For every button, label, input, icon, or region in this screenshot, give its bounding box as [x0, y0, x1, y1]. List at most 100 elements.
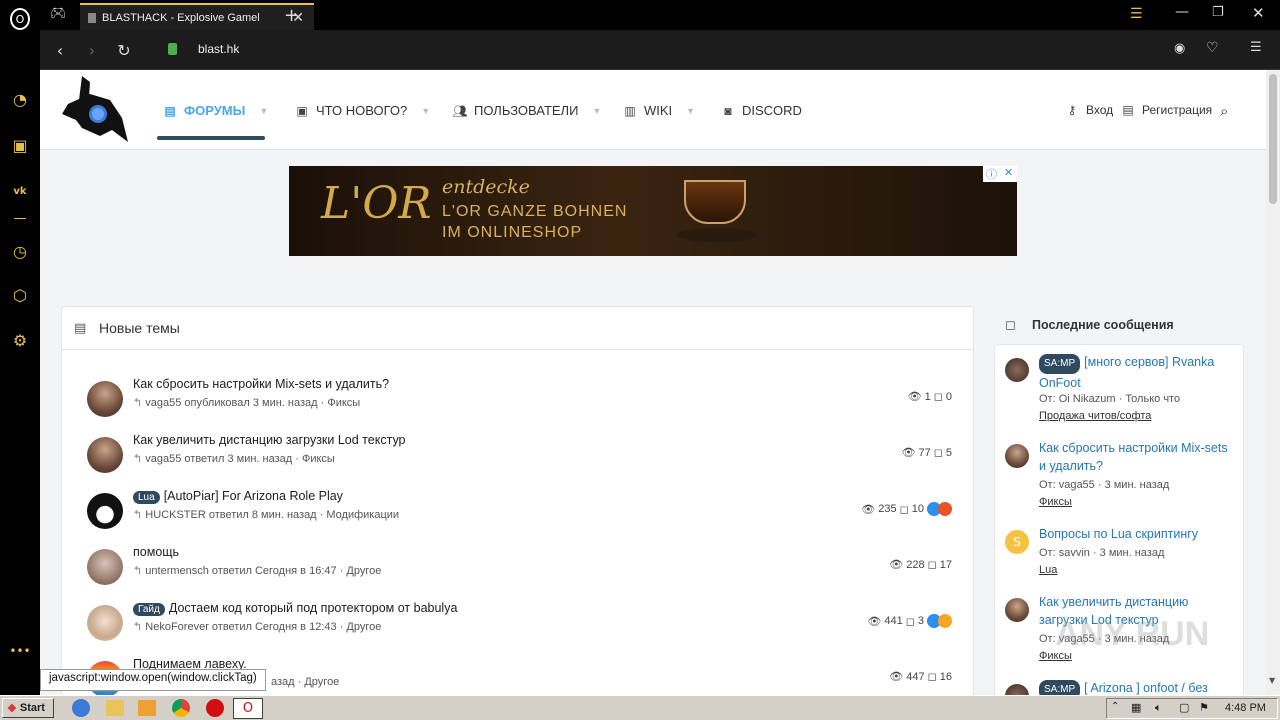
latest-post-title[interactable]: SA:MP [много сервов] Rvanka OnFoot	[1039, 353, 1229, 392]
restore-icon[interactable]: ❐	[1212, 5, 1224, 20]
close-window-icon[interactable]: ✕	[1252, 4, 1265, 22]
extensions-cube-icon[interactable]: ⬡	[9, 284, 31, 306]
latest-post-title-text[interactable]: [ Arizona ] onfoot / без	[1084, 681, 1208, 695]
login-link[interactable]: ⚷ Вход	[1064, 103, 1114, 117]
nav-members[interactable]: 👥︎ ПОЛЬЗОВАТЕЛИ ▼	[452, 103, 601, 118]
avatar[interactable]	[1005, 684, 1029, 695]
volume-icon[interactable]: 🔈︎	[1155, 701, 1162, 715]
latest-posts-icon: ◻	[1005, 318, 1016, 333]
avatar[interactable]	[87, 493, 123, 529]
thread-title-text[interactable]: Достаем код который под протектором от b…	[169, 601, 458, 615]
system-tray: ⌃ ▦ 🔈︎ ▢ ⚑ 4:48 PM	[1106, 698, 1278, 719]
browser-tab[interactable]: BLASTHACK - Explosive Gamel ✕	[80, 3, 314, 30]
latest-post-forum[interactable]: Фиксы	[1039, 496, 1072, 508]
nav-whats-new[interactable]: ▣ ЧТО НОВОГО? ▼	[294, 103, 430, 118]
tab-menu-icon[interactable]: ☰	[1130, 6, 1143, 22]
register-link[interactable]: ▤ Регистрация	[1120, 103, 1212, 117]
chrome-icon[interactable]	[172, 699, 190, 717]
opera-sidebar: O ◔ ▣ vk ◷ ⬡ ⚙ •••	[0, 0, 40, 695]
chevron-down-icon[interactable]: ▼	[592, 106, 601, 116]
media-player-icon[interactable]	[138, 700, 156, 716]
twitch-icon[interactable]: ▣	[9, 134, 31, 156]
thread-title[interactable]: Lua [AutoPiar] For Arizona Role Play	[133, 489, 343, 504]
latest-post-title[interactable]: SA:MP[ Arizona ] onfoot / без	[1039, 679, 1229, 695]
avatar[interactable]	[87, 381, 123, 417]
opera-logo-icon[interactable]: O	[10, 8, 30, 30]
opera-active-task[interactable]: O	[233, 698, 263, 719]
thread-title[interactable]: помощь	[133, 545, 179, 559]
latest-post-forum[interactable]: Продажа читов/софта	[1039, 410, 1151, 422]
thread-title-text[interactable]: [AutoPiar] For Arizona Role Play	[164, 489, 343, 503]
nav-discord[interactable]: ◙ DISCORD	[720, 103, 802, 118]
speed-dial-icon[interactable]: ◔	[9, 88, 31, 110]
thread-row[interactable]: Как увеличить дистанцию загрузки Lod тек…	[87, 433, 952, 489]
thread-row[interactable]: помощь ↰ untermensch ответил Сегодня в 1…	[87, 545, 952, 601]
ad-info-icon[interactable]: ⓘ	[983, 166, 1000, 182]
avatar[interactable]	[87, 605, 123, 641]
thread-row[interactable]: Гайд Достаем код который под протектором …	[87, 601, 952, 657]
url-field[interactable]: blast.hk	[198, 42, 239, 56]
avatar[interactable]	[87, 437, 123, 473]
forward-icon[interactable]: ›	[82, 40, 102, 60]
ad-line-1: entdecke	[442, 176, 530, 198]
opera-icon[interactable]	[206, 699, 224, 717]
register-label: Регистрация	[1142, 103, 1213, 117]
latest-post-title[interactable]: Как сбросить настройки Mix-sets и удалит…	[1039, 439, 1229, 475]
chevron-down-icon[interactable]: ▼	[259, 106, 268, 116]
history-icon[interactable]: ◷	[9, 240, 31, 262]
heart-icon[interactable]: ♡	[1206, 40, 1219, 56]
vertical-scrollbar[interactable]: ▼	[1266, 70, 1280, 695]
ad-banner[interactable]: L'OR entdecke L'OR GANZE BOHNEN IM ONLIN…	[289, 166, 1017, 256]
site-logo[interactable]	[60, 74, 130, 144]
vk-icon[interactable]: vk	[9, 180, 31, 202]
chevron-down-icon[interactable]: ▼	[686, 106, 695, 116]
avatar[interactable]	[87, 549, 123, 585]
thread-title[interactable]: Гайд Достаем код который под протектором …	[133, 601, 457, 616]
back-icon[interactable]: ‹	[50, 40, 70, 60]
thread-meta-text: untermensch ответил Сегодня в 16:47 · Др…	[145, 565, 382, 577]
sidebar-divider	[14, 218, 26, 219]
start-button[interactable]: ❖ Start	[2, 698, 54, 718]
reload-icon[interactable]: ↻	[114, 40, 134, 60]
clock[interactable]: 4:48 PM	[1225, 702, 1266, 714]
flag-icon[interactable]: ⚑	[1199, 701, 1209, 714]
avatar[interactable]	[1005, 598, 1029, 622]
new-threads-card: ▤ Новые темы Как сбросить настройки Mix-…	[61, 306, 974, 695]
avatar[interactable]: S	[1005, 530, 1029, 554]
camera-icon[interactable]: ◉	[1174, 41, 1185, 56]
nav-wiki[interactable]: ▥ WIKI ▼	[622, 103, 695, 118]
avatar[interactable]	[1005, 358, 1029, 382]
prefix-badge[interactable]: Гайд	[133, 603, 165, 616]
thread-stats: 👁︎ 235 ◻ 10	[861, 502, 952, 516]
tray-expand-icon[interactable]: ⌃	[1111, 701, 1119, 712]
more-dots-icon[interactable]: •••	[9, 640, 31, 662]
settings-gear-icon[interactable]: ⚙	[9, 329, 31, 351]
thread-title[interactable]: Как увеличить дистанцию загрузки Lod тек…	[133, 433, 406, 447]
network-monitor-icon[interactable]: ▢	[1179, 701, 1189, 714]
nav-forums[interactable]: ▤ ФОРУМЫ ▼	[162, 103, 268, 118]
scrollbar-thumb[interactable]	[1269, 74, 1277, 204]
thread-stats: 👁︎ 447 ◻ 16	[889, 670, 952, 684]
explorer-folder-icon[interactable]	[106, 700, 124, 716]
latest-post-forum[interactable]: Lua	[1039, 564, 1057, 576]
scroll-down-icon[interactable]: ▼	[1269, 676, 1275, 685]
thread-title[interactable]: Как сбросить настройки Mix-sets и удалит…	[133, 377, 389, 391]
easy-setup-icon[interactable]: ☰	[1250, 40, 1262, 55]
thread-row[interactable]: Как сбросить настройки Mix-sets и удалит…	[87, 377, 952, 433]
avatar[interactable]	[1005, 444, 1029, 468]
prefix-badge[interactable]: SA:MP	[1039, 680, 1081, 695]
minimize-icon[interactable]: —	[1175, 4, 1189, 20]
search-icon[interactable]: ⌕	[1220, 103, 1228, 120]
windows-logo-icon: ❖	[7, 702, 17, 715]
network-icon[interactable]: ▦	[1131, 701, 1141, 714]
gamepad-icon[interactable]: 🎮︎	[50, 6, 70, 24]
thread-row[interactable]: Lua [AutoPiar] For Arizona Role Play ↰ HU…	[87, 489, 952, 545]
site-header: ▤ ФОРУМЫ ▼ ▣ ЧТО НОВОГО? ▼ 👥︎ ПОЛЬЗОВАТЕ…	[40, 70, 1266, 150]
chevron-down-icon[interactable]: ▼	[421, 106, 430, 116]
prefix-badge[interactable]: Lua	[133, 491, 160, 504]
ie-icon[interactable]	[72, 699, 90, 717]
new-tab-plus-icon[interactable]: +	[284, 5, 299, 26]
prefix-badge[interactable]: SA:MP	[1039, 354, 1081, 374]
ad-close-icon[interactable]: ✕	[1000, 166, 1017, 182]
latest-post-title[interactable]: Вопросы по Lua скриптингу	[1039, 525, 1229, 543]
